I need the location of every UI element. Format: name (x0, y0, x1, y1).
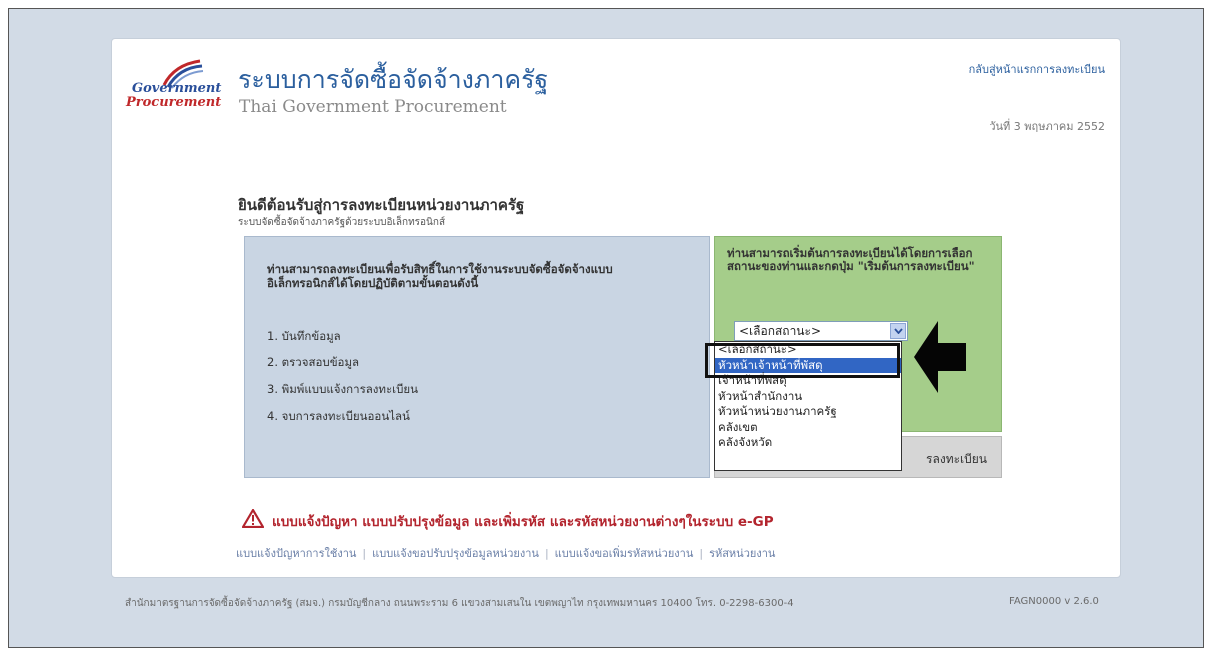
page-container: Government Procurement ระบบการจัดซื้อจัด… (111, 38, 1121, 578)
link-separator: | (699, 547, 704, 560)
warning-icon (241, 508, 265, 529)
option-highlight-box (705, 343, 900, 378)
instructions-panel: ท่านสามารถลงทะเบียนเพื่อรับสิทธิ์ในการใช… (244, 236, 710, 478)
link-separator: | (362, 547, 367, 560)
site-title-thai: ระบบการจัดซื้อจัดจ้างภาครัฐ (238, 65, 549, 94)
instructions-intro: ท่านสามารถลงทะเบียนเพื่อรับสิทธิ์ในการใช… (267, 262, 613, 290)
status-option[interactable]: คลังจังหวัด (715, 435, 901, 451)
status-option[interactable]: หัวหน้าสำนักงาน (715, 389, 901, 405)
step-item: 4. จบการลงทะเบียนออนไลน์ (267, 409, 410, 423)
screenshot-frame: Government Procurement ระบบการจัดซื้อจัด… (8, 8, 1204, 648)
status-select-value: <เลือกสถานะ> (739, 324, 822, 338)
logo-word-government: Government (132, 81, 222, 96)
current-date: วันที่ 3 พฤษภาคม 2552 (989, 120, 1105, 133)
status-option[interactable]: หัวหน้าหน่วยงานภาครัฐ (715, 404, 901, 420)
logo-word-procurement: Procurement (126, 95, 222, 110)
problem-report-form-link[interactable]: แบบแจ้งปัญหาการใช้งาน (236, 547, 356, 560)
link-separator: | (544, 547, 549, 560)
welcome-title: ยินดีต้อนรับสู่การลงทะเบียนหน่วยงานภาครั… (238, 196, 525, 214)
status-option[interactable]: คลังเขต (715, 420, 901, 436)
add-agency-code-form-link[interactable]: แบบแจ้งขอเพิ่มรหัสหน่วยงาน (555, 547, 694, 560)
step-item: 1. บันทึกข้อมูล (267, 329, 341, 343)
warning-row: แบบแจ้งปัญหา แบบปรับปรุงข้อมูล และเพิ่มร… (241, 508, 774, 532)
arrow-left-icon (914, 321, 966, 393)
footer-address: สำนักมาตรฐานการจัดซื้อจัดจ้างภาครัฐ (สมจ… (125, 598, 794, 609)
footer-version: FAGN0000 v 2.6.0 (1009, 596, 1099, 607)
status-select[interactable]: <เลือกสถานะ> (734, 321, 908, 341)
back-to-registration-home-link[interactable]: กลับสู่หน้าแรกการลงทะเบียน (969, 60, 1105, 78)
agency-codes-link[interactable]: รหัสหน่วยงาน (709, 547, 775, 560)
step-item: 2. ตรวจสอบข้อมูล (267, 355, 360, 369)
government-procurement-logo: Government Procurement (126, 59, 236, 119)
chevron-down-icon[interactable] (890, 323, 906, 339)
start-registration-button-label: รลงทะเบียน (926, 452, 987, 466)
site-title-english: Thai Government Procurement (239, 97, 507, 117)
welcome-subtitle: ระบบจัดซื้อจัดจ้างภาครัฐด้วยระบบอิเล็กทร… (238, 217, 446, 228)
warning-title: แบบแจ้งปัญหา แบบปรับปรุงข้อมูล และเพิ่มร… (272, 514, 774, 530)
form-links-row: แบบแจ้งปัญหาการใช้งาน | แบบแจ้งขอปรับปรุงข… (236, 544, 775, 562)
update-agency-info-form-link[interactable]: แบบแจ้งขอปรับปรุงข้อมูลหน่วยงาน (372, 547, 539, 560)
step-item: 3. พิมพ์แบบแจ้งการลงทะเบียน (267, 382, 418, 396)
start-instructions-text: ท่านสามารถเริ่มต้นการลงทะเบียนได้โดยการเ… (727, 246, 975, 273)
